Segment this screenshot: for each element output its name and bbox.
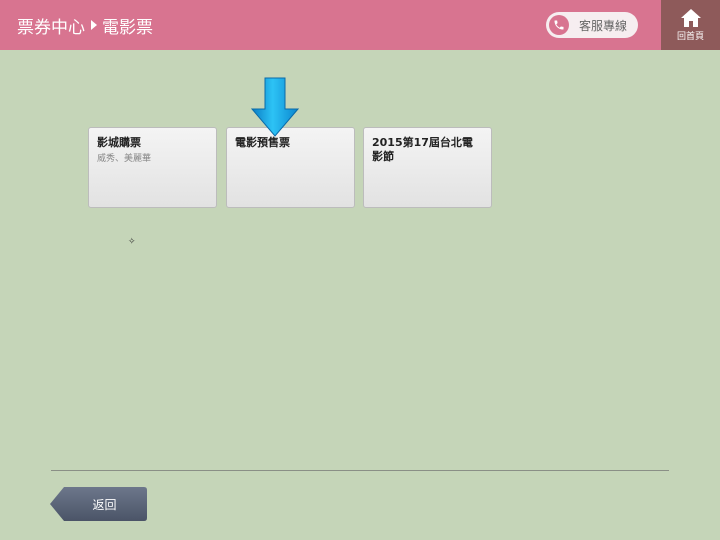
breadcrumb: 票券中心 電影票 (17, 0, 153, 50)
breadcrumb-ticket-center[interactable]: 票券中心 (17, 13, 85, 38)
breadcrumb-movie-tickets: 電影票 (102, 17, 153, 38)
tile-title: 影城購票 (97, 136, 141, 149)
tile-cinema-tickets[interactable]: 影城購票 威秀、美麗華 (88, 127, 217, 208)
home-label: 回首頁 (676, 32, 704, 42)
footer-divider (51, 470, 669, 471)
arrow-down-icon (251, 77, 299, 137)
phone-icon (549, 15, 569, 35)
breadcrumb-separator-icon (91, 20, 97, 30)
header-bar: 票券中心 電影票 客服專線 回首頁 (0, 0, 720, 50)
home-icon (680, 9, 701, 27)
tile-title: 2015第17屆台北電影節 (372, 136, 473, 163)
back-button[interactable]: 返回 (50, 487, 147, 521)
home-button[interactable]: 回首頁 (661, 0, 720, 50)
tile-title: 電影預售票 (235, 136, 290, 149)
customer-service-button[interactable]: 客服專線 (546, 12, 638, 38)
tile-subtitle: 威秀、美麗華 (97, 154, 152, 164)
tile-film-festival[interactable]: 2015第17屆台北電影節 (363, 127, 492, 208)
sparkle-icon: ✧ (128, 237, 136, 247)
tile-advance-tickets[interactable]: 電影預售票 (226, 127, 355, 208)
back-label: 返回 (92, 497, 117, 512)
customer-service-label: 客服專線 (579, 18, 628, 33)
